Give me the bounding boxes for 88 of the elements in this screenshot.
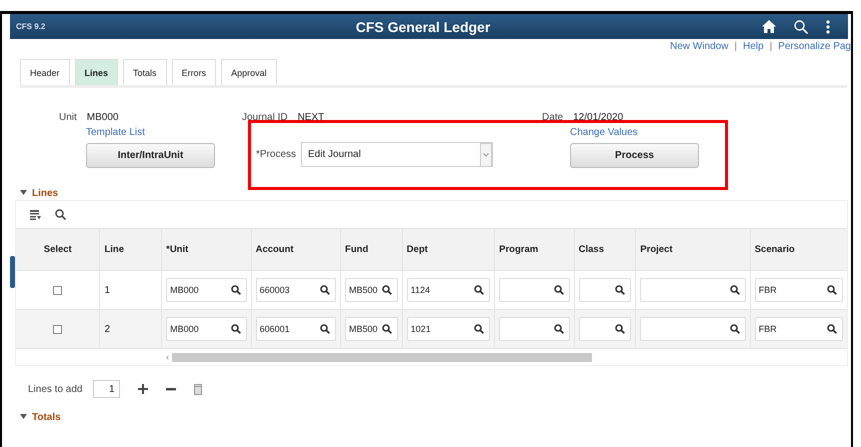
journal-id-label: Journal ID — [242, 112, 288, 122]
template-list-link[interactable]: Template List — [86, 127, 145, 139]
tab[interactable]: Approval — [221, 59, 277, 85]
lookup-field[interactable] — [578, 317, 632, 341]
delete-icon[interactable] — [194, 384, 202, 394]
search-icon[interactable] — [615, 285, 626, 295]
lookup-field[interactable]: 660003 — [256, 278, 336, 302]
column-header: Program — [495, 229, 575, 270]
search-icon[interactable] — [554, 285, 564, 295]
lines-to-add-field[interactable]: 1 — [92, 380, 120, 398]
section-title[interactable]: Lines — [32, 188, 58, 198]
date-label: Date — [542, 112, 564, 122]
lookup-field[interactable] — [640, 278, 746, 302]
column-header: Dept — [402, 229, 496, 270]
process-dropdown[interactable]: Edit Journal — [301, 142, 494, 167]
link-separator: | — [734, 41, 737, 54]
search-icon[interactable] — [474, 285, 484, 295]
page-title: CFS General Ledger — [356, 18, 490, 34]
unit-label: Unit — [59, 112, 77, 122]
lookup-field[interactable] — [640, 317, 746, 341]
link-separator: | — [770, 41, 772, 54]
unit-value: MB000 — [86, 112, 118, 122]
search-icon[interactable] — [794, 20, 808, 34]
search-icon[interactable] — [382, 285, 392, 295]
page-link[interactable]: New Window — [670, 41, 728, 55]
search-icon[interactable] — [320, 324, 330, 334]
scroll-left-arrow[interactable]: ‹ — [166, 352, 169, 362]
change-values-link[interactable]: Change Values — [570, 127, 638, 139]
search-icon[interactable] — [730, 285, 740, 295]
section-title[interactable]: Totals — [32, 412, 61, 422]
tab[interactable]: Lines — [74, 59, 118, 85]
lookup-field[interactable]: 1124 — [406, 278, 490, 302]
search-icon[interactable] — [826, 324, 837, 334]
lookup-field[interactable]: FBR — [754, 317, 843, 341]
search-icon[interactable] — [320, 285, 330, 295]
select-checkbox[interactable] — [53, 324, 62, 334]
side-handle[interactable] — [10, 256, 15, 288]
lookup-field[interactable]: MB000 — [166, 278, 247, 302]
column-header: Fund — [341, 229, 403, 270]
lookup-field[interactable]: 606001 — [256, 317, 336, 341]
column-header: *Unit — [162, 229, 252, 270]
lookup-field[interactable]: MB500 — [345, 317, 398, 341]
line-number: 1 — [104, 284, 110, 296]
journal-id-value: NEXT — [298, 112, 324, 122]
lookup-field[interactable]: FBR — [754, 278, 843, 302]
search-icon[interactable] — [382, 324, 392, 334]
lookup-field[interactable] — [499, 317, 570, 341]
tab[interactable]: Totals — [123, 59, 167, 85]
plus-icon[interactable] — [138, 384, 148, 394]
search-icon[interactable] — [230, 285, 241, 295]
interunit-button[interactable]: Inter/IntraUnit — [86, 143, 215, 168]
column-header: Class — [574, 229, 636, 270]
line-number: 2 — [104, 324, 110, 334]
lines-to-add-label: Lines to add — [28, 384, 82, 394]
lookup-field[interactable] — [578, 278, 632, 302]
lookup-field[interactable] — [499, 278, 570, 302]
search-icon[interactable] — [55, 209, 66, 220]
search-icon[interactable] — [474, 324, 484, 334]
column-header: Scenario — [754, 243, 796, 257]
page-link[interactable]: Help — [742, 41, 764, 55]
process-label: *Process — [256, 149, 296, 160]
minus-icon[interactable] — [166, 388, 176, 390]
select-checkbox[interactable] — [53, 286, 62, 294]
collapse-icon[interactable] — [20, 414, 27, 420]
column-header: Select — [16, 229, 100, 270]
search-icon[interactable] — [615, 324, 626, 334]
dropdown-icon — [480, 142, 492, 166]
column-header: Line — [100, 229, 162, 270]
search-icon[interactable] — [554, 324, 564, 334]
lookup-field[interactable]: 1021 — [406, 317, 490, 341]
search-icon[interactable] — [826, 285, 837, 295]
page-link[interactable]: Personalize Pag — [778, 41, 851, 55]
collapse-icon[interactable] — [20, 190, 27, 196]
personalize-icon[interactable] — [30, 210, 41, 220]
tab[interactable]: Errors — [172, 59, 216, 85]
column-header: Account — [252, 229, 342, 270]
home-icon[interactable] — [762, 20, 776, 33]
search-icon[interactable] — [230, 324, 241, 334]
back-link[interactable]: CFS 9.2 — [16, 22, 46, 31]
lookup-field[interactable]: MB500 — [345, 278, 398, 302]
scrollbar-thumb[interactable] — [172, 352, 592, 362]
tab[interactable]: Header — [20, 59, 70, 85]
column-header: Project — [636, 229, 751, 270]
date-value: 12/01/2020 — [573, 112, 624, 122]
search-icon[interactable] — [730, 324, 740, 334]
more-icon[interactable] — [826, 20, 830, 34]
process-button[interactable]: Process — [570, 143, 699, 168]
lookup-field[interactable]: MB000 — [166, 317, 247, 341]
